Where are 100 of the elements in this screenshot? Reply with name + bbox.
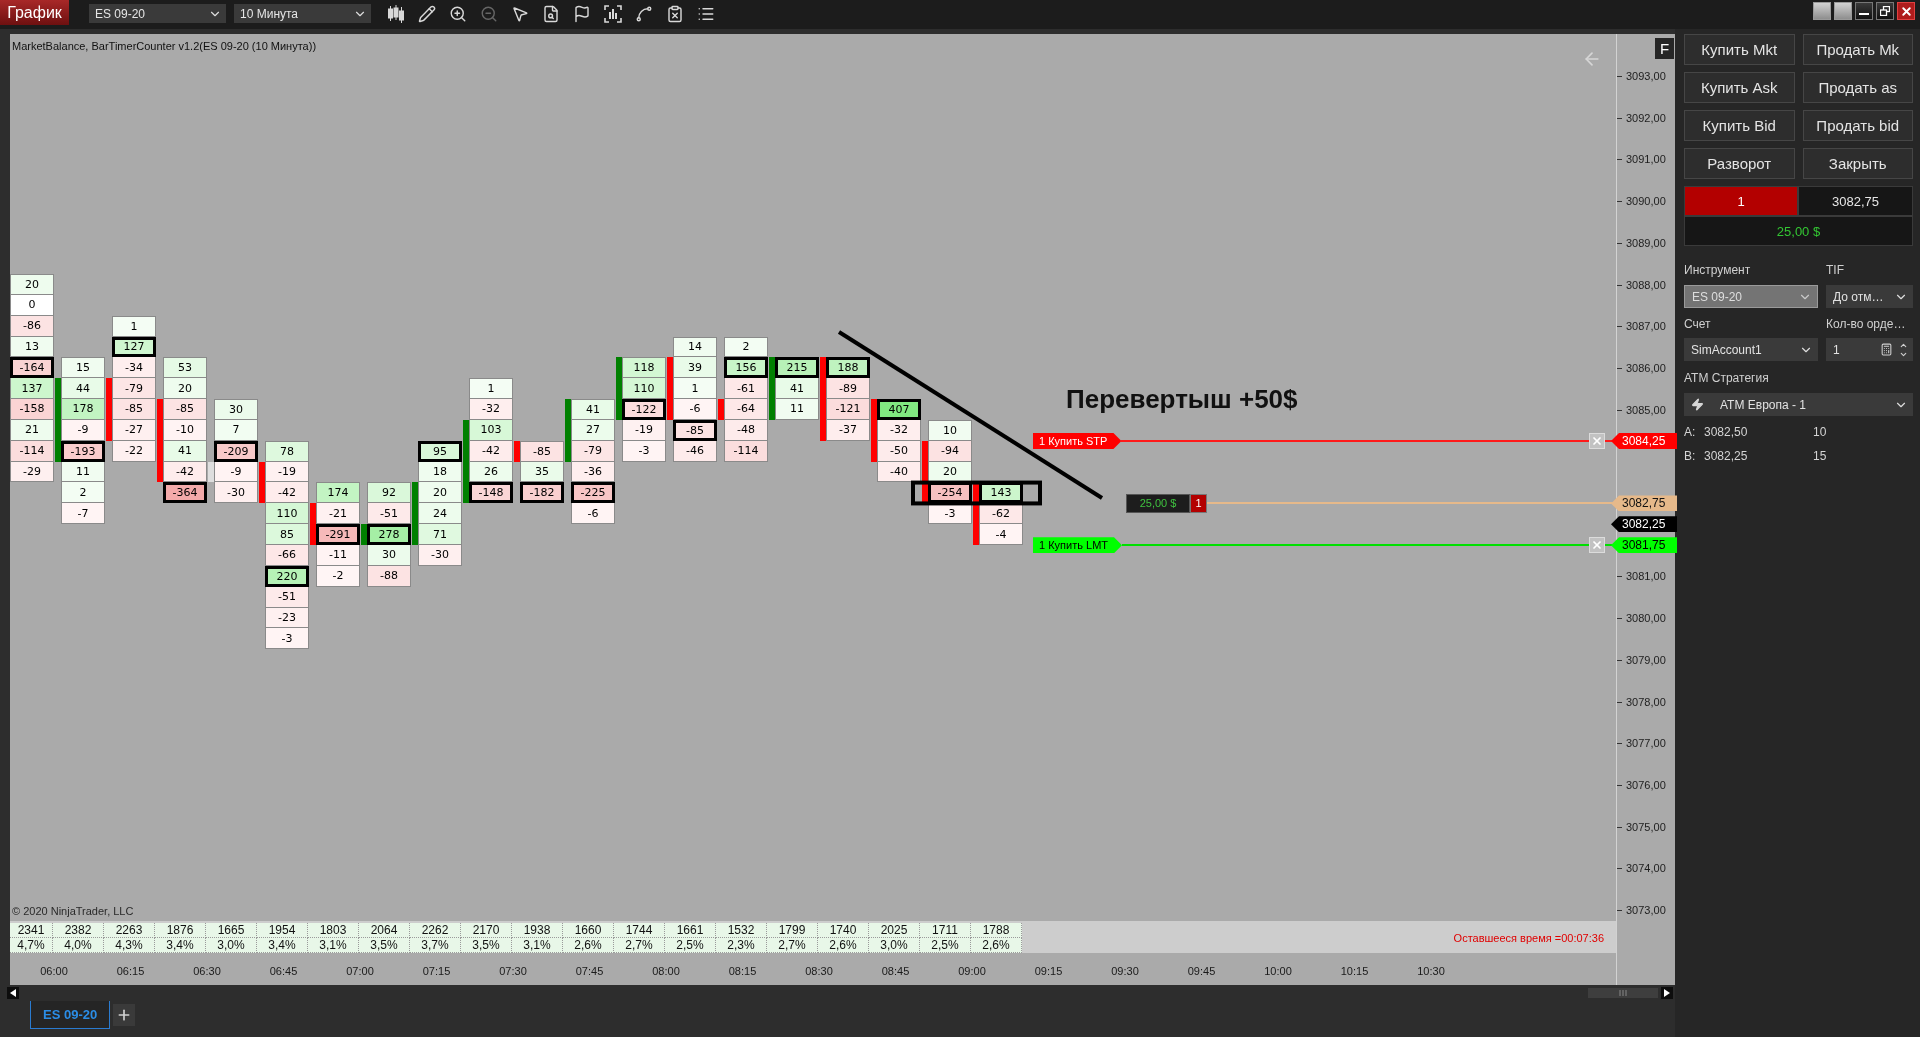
quote-price: 3082,50 [1704,424,1749,440]
volume-share-cell: 3,4% [257,938,308,953]
price-label: 3089,00 [1626,236,1666,249]
zoom-in-icon[interactable] [449,5,467,23]
footprint-cell: -2 [316,565,360,587]
footprint-cell: -3 [928,503,972,525]
position-price: 3082,75 [1798,186,1913,216]
order-button[interactable]: Купить Ask [1684,72,1795,103]
volume-share-cell: 3,0% [869,938,920,953]
volume-cell: 2382 [53,923,104,938]
footprint-cell: -122 [622,399,666,420]
footprint-cell: -121 [826,399,870,420]
footprint-cell: -10 [163,419,207,441]
tile-icon[interactable] [1813,2,1831,20]
instrument-select[interactable]: ES 09-20 [89,4,226,23]
tif-select[interactable]: До отм… [1826,285,1913,308]
account-select[interactable]: SimAccount1 [1684,338,1818,361]
footprint-cell: -85 [163,399,207,420]
app-tab[interactable]: График [0,0,69,25]
order-button[interactable]: Купить Mkt [1684,34,1795,65]
footprint-cell: 110 [265,503,309,525]
interval-select[interactable]: 10 Минута [234,4,371,23]
footprint-cell: -37 [826,419,870,441]
footprint-cell: -11 [316,544,360,566]
footprint-cell: 41 [775,378,819,400]
copyright-text: © 2020 NinjaTrader, LLC [12,905,134,917]
footprint-cell: 174 [316,482,360,504]
footprint-cell: -6 [571,503,615,525]
pointer-icon[interactable] [511,5,529,23]
document-search-icon[interactable] [542,5,560,23]
tile-icon[interactable] [1834,2,1852,20]
order-tag[interactable]: 1 Купить LMT [1033,537,1122,554]
footprint-cell: 30 [367,544,411,566]
order-button[interactable]: Купить Bid [1684,110,1795,141]
price-label: 3087,00 [1626,320,1666,333]
footprint-cell: -164 [10,357,54,379]
bar-chart-frame-icon[interactable] [604,5,622,23]
price-label: 3074,00 [1626,862,1666,875]
footprint-cell: 78 [265,440,309,462]
order-button[interactable]: Продать as [1802,72,1913,103]
chart-note: Перевертыш +50$ [1066,384,1298,415]
candlestick-icon[interactable] [387,5,405,23]
flag-icon[interactable] [573,5,591,23]
footprint-cell: -6 [673,399,717,420]
footprint-cell: -89 [826,378,870,400]
quantity-field[interactable]: 1 [1826,338,1913,361]
footprint-cell: 30 [214,399,258,420]
order-button[interactable]: Разворот [1684,148,1795,179]
footprint-cell: -79 [112,378,156,400]
footprint-cell: 15 [61,357,105,379]
price-label: 3078,00 [1626,695,1666,708]
order-button[interactable]: Продать bid [1802,110,1913,141]
volume-cell: 2262 [410,923,461,938]
restore-icon[interactable] [1876,2,1894,20]
volume-share-cell: 3,5% [359,938,410,953]
footprint-cell: 13 [10,336,54,358]
quote-price: 3082,25 [1704,448,1749,464]
close-icon[interactable] [1897,2,1915,20]
price-label: 3080,00 [1626,612,1666,625]
volume-cell: 1788 [971,923,1022,938]
volume-cell: 1532 [716,923,767,938]
order-button[interactable]: Закрыть [1802,148,1913,179]
time-label: 08:00 [652,965,680,977]
pencil-icon[interactable] [418,5,436,23]
scale-button[interactable]: F [1655,38,1674,59]
footprint-cell: 1 [112,315,156,337]
order-tag[interactable]: 1 Купить STP [1033,432,1122,449]
price-label: 3088,00 [1626,278,1666,291]
volume-share-cell: 3,1% [308,938,359,953]
spline-icon[interactable] [635,5,653,23]
footprint-cell: 178 [61,399,105,420]
position-quantity: 1 [1684,186,1798,216]
chart-tab[interactable]: ES 09-20 [30,1001,111,1029]
field-label: ATM Стратегия [1684,370,1770,386]
lightning-icon [1691,398,1704,411]
scroll-right-icon[interactable] [1661,987,1673,999]
volume-cell: 1876 [155,923,206,938]
volume-share-cell: 4,7% [10,938,53,953]
scroll-left-icon[interactable] [7,987,19,999]
volume-cell: 1711 [920,923,971,938]
calculator-icon[interactable] [1880,343,1893,356]
footprint-cell: 137 [10,378,54,400]
quote-size: 15 [1813,448,1828,464]
footprint-cell: -9 [61,419,105,441]
order-button[interactable]: Продать Mk [1802,34,1913,65]
time-label: 09:00 [958,965,986,977]
scrollbar-thumb[interactable] [1588,988,1658,998]
footprint-cell: 92 [367,482,411,504]
position-quantity[interactable]: 1 [1190,493,1207,513]
add-tab-icon[interactable] [113,1004,136,1026]
footprint-cell: -209 [214,440,258,462]
list-icon[interactable] [697,5,715,23]
footprint-cell: -19 [265,461,309,483]
footprint-cell: 118 [622,357,666,379]
volume-share-cell: 2,6% [818,938,869,953]
minimize-icon[interactable] [1855,2,1873,20]
volume-cell: 1665 [206,923,257,938]
atm-strategy-select[interactable]: ATM Европа - 1 [1684,393,1913,416]
footprint-cell: -79 [571,440,615,462]
clipboard-icon[interactable] [666,5,684,23]
